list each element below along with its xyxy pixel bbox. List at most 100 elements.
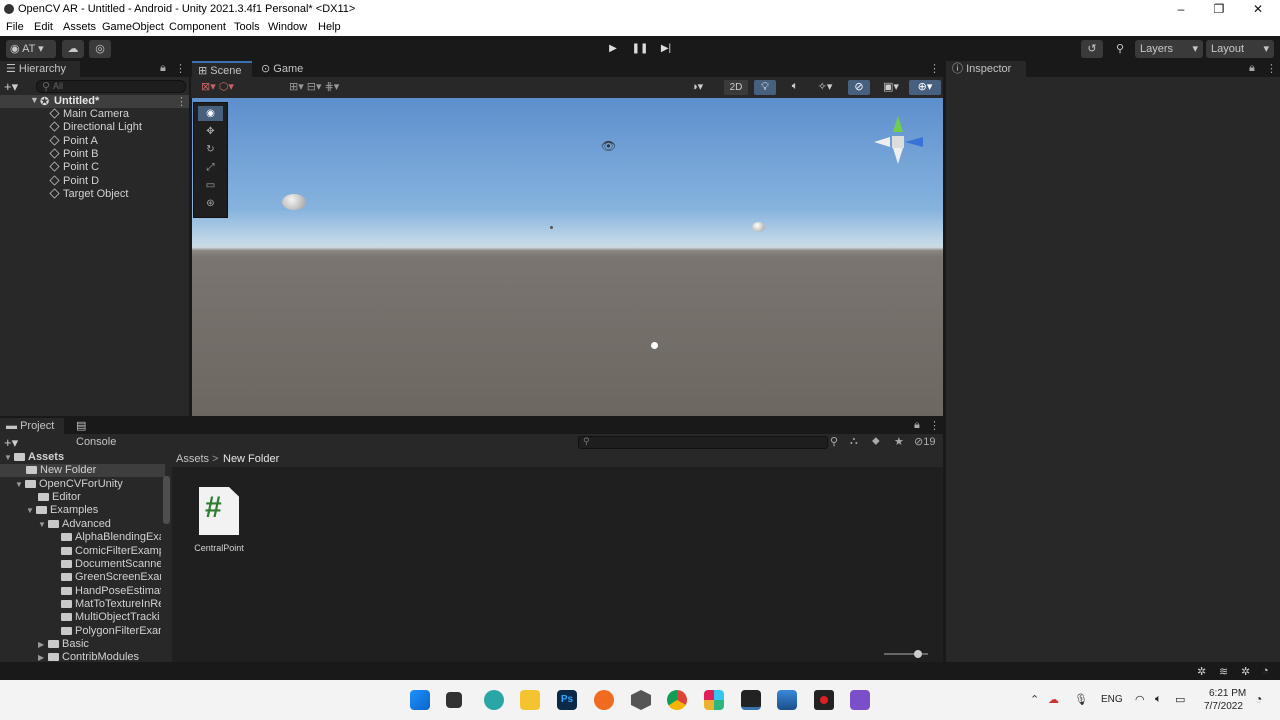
menu-edit[interactable]: Edit — [34, 21, 53, 33]
audio-toggle-icon[interactable]: 🔈︎ — [785, 80, 805, 95]
recorder-icon[interactable] — [814, 690, 834, 710]
zoom-slider[interactable] — [884, 650, 928, 658]
tree-item-mattotexture[interactable]: MatToTextureInRe — [61, 598, 161, 611]
shading-mode-dropdown[interactable]: ◑▾ — [691, 80, 721, 95]
tab-console[interactable]: ▤ Console — [70, 418, 134, 448]
view-tool-icon[interactable]: ◉ — [198, 106, 223, 121]
more-icon[interactable]: ⋮ — [929, 419, 940, 432]
lock-icon[interactable]: 🔒︎ — [160, 62, 166, 75]
network-error-icon[interactable]: ☁ — [1048, 693, 1059, 706]
status-check-icon[interactable]: ◔ — [1262, 665, 1269, 677]
menu-component[interactable]: Component — [169, 21, 226, 33]
clock-date[interactable]: 7/7/2022 — [1204, 701, 1243, 712]
tree-item-assets[interactable]: ▼ Assets — [4, 451, 64, 464]
transform-tool-icon[interactable]: ⊛ — [198, 196, 223, 211]
filter-by-label-icon[interactable]: ⬥ — [872, 435, 880, 448]
more-icon[interactable]: ⋮ — [1266, 62, 1277, 75]
pause-button[interactable]: ❚❚ — [628, 40, 652, 58]
lighting-toggle-icon[interactable]: 💡︎ — [754, 80, 776, 95]
menu-help[interactable]: Help — [318, 21, 341, 33]
search-icon[interactable]: ⚲ — [1109, 40, 1131, 58]
tree-item-documentscanner[interactable]: DocumentScanne — [61, 558, 161, 571]
more-icon[interactable]: ⋮ — [176, 95, 187, 108]
hierarchy-item-main-camera[interactable]: Main Camera — [49, 108, 129, 121]
rotate-tool-icon[interactable]: ↻ — [198, 142, 223, 157]
auto-generate-lighting-icon[interactable]: ✲ — [1241, 665, 1250, 678]
collab-icon[interactable]: ◎ — [89, 40, 111, 58]
play-button[interactable]: ▶ — [601, 40, 625, 58]
move-tool-icon[interactable]: ✥ — [198, 124, 223, 139]
scene-row[interactable]: ▼ ✪ Untitled* ⋮ — [0, 95, 189, 108]
chevron-up-icon[interactable]: ⌃ — [1030, 693, 1039, 706]
tree-item-basic[interactable]: ▶ Basic — [38, 638, 89, 651]
csharp-script-icon[interactable]: # — [199, 487, 239, 535]
rect-tool-icon[interactable]: ▭ — [198, 178, 223, 193]
hierarchy-item-point-d[interactable]: Point D — [49, 175, 99, 188]
hierarchy-item-point-a[interactable]: Point A — [49, 135, 98, 148]
favorites-star-icon[interactable]: ★ — [894, 435, 904, 448]
close-button[interactable]: ✕ — [1239, 0, 1277, 19]
tree-item-advanced[interactable]: ▼ Advanced — [38, 518, 111, 531]
lock-icon[interactable]: 🔒︎ — [914, 419, 920, 432]
gizmo-tools-dropdown[interactable]: ⊠▾ ⬡▾ — [201, 80, 271, 95]
visual-studio-icon[interactable] — [850, 690, 870, 710]
wifi-icon[interactable]: ◠ — [1135, 693, 1145, 706]
cloud-icon[interactable]: ☁ — [62, 40, 84, 58]
project-search-input[interactable]: ⚲ — [578, 436, 828, 449]
more-icon[interactable]: ⋮ — [929, 62, 940, 75]
minimize-button[interactable]: – — [1162, 0, 1200, 19]
scale-tool-icon[interactable]: ⤢ — [198, 160, 223, 175]
breadcrumb-assets[interactable]: Assets — [176, 453, 209, 465]
menu-gameobject[interactable]: GameObject — [102, 21, 164, 33]
tree-item-comicfilter[interactable]: ComicFilterExamp — [61, 545, 161, 558]
tree-item-polygonfilter[interactable]: PolygonFilterExan — [61, 625, 161, 638]
hierarchy-item-target-object[interactable]: Target Object — [49, 188, 128, 201]
tree-item-alphablending[interactable]: AlphaBlendingExa — [61, 531, 161, 544]
hierarchy-search-input[interactable]: ⚲ All — [36, 80, 186, 93]
tree-item-multiobjecttracking[interactable]: MultiObjectTracki — [61, 611, 161, 624]
notification-icon[interactable]: ◔ — [1255, 692, 1262, 706]
tab-project[interactable]: ▬ Project — [0, 418, 64, 434]
battery-icon[interactable]: ▭ — [1175, 693, 1185, 706]
search-by-type-icon[interactable]: ⚲ — [830, 435, 838, 448]
hidden-objects-icon[interactable]: ⊘ — [848, 80, 870, 95]
menu-tools[interactable]: Tools — [234, 21, 260, 33]
orientation-gizmo[interactable] — [872, 116, 928, 172]
menu-assets[interactable]: Assets — [63, 21, 96, 33]
clock-time[interactable]: 6:21 PM — [1209, 688, 1246, 699]
2d-toggle-button[interactable]: 2D — [724, 80, 748, 95]
unity-editor-icon[interactable] — [741, 690, 761, 710]
language-indicator[interactable]: ENG — [1101, 694, 1123, 705]
tree-scrollbar[interactable] — [163, 476, 170, 524]
hierarchy-item-point-b[interactable]: Point B — [49, 148, 98, 161]
lock-icon[interactable]: 🔒︎ — [1249, 62, 1255, 75]
filter-by-type-icon[interactable]: ⛬ — [850, 435, 858, 448]
breadcrumb-new-folder[interactable]: New Folder — [223, 453, 279, 465]
task-view-icon[interactable] — [446, 692, 462, 708]
tree-item-opencvforunity[interactable]: ▼ OpenCVForUnity — [15, 478, 123, 491]
blender-icon[interactable] — [594, 690, 614, 710]
debug-icon[interactable]: ✲ — [1197, 665, 1206, 678]
file-explorer-icon[interactable] — [520, 690, 540, 710]
history-icon[interactable]: ↺ — [1081, 40, 1103, 58]
create-asset-button[interactable]: +▾ — [4, 435, 18, 451]
tree-item-handpose[interactable]: HandPoseEstimat — [61, 585, 161, 598]
camera-settings-dropdown[interactable]: ▣▾ — [877, 80, 905, 95]
hidden-packages-icon[interactable]: ⊘19 — [914, 435, 935, 448]
photoshop-icon[interactable]: Ps — [557, 690, 577, 710]
tree-item-editor[interactable]: Editor — [38, 491, 81, 504]
hierarchy-item-directional-light[interactable]: Directional Light — [49, 121, 142, 134]
volume-icon[interactable]: 🔈︎ — [1155, 693, 1162, 706]
tree-item-greenscreen[interactable]: GreenScreenExan — [61, 571, 161, 584]
more-icon[interactable]: ⋮ — [175, 62, 186, 75]
microphone-icon[interactable]: 🎙︎ — [1074, 693, 1088, 706]
asset-label[interactable]: CentralPoint — [184, 543, 254, 553]
menu-window[interactable]: Window — [268, 21, 307, 33]
account-dropdown[interactable]: ◉ AT ▾ — [6, 40, 56, 58]
effects-dropdown[interactable]: ✧▾ — [811, 80, 839, 95]
maximize-button[interactable]: ❐ — [1200, 0, 1238, 19]
hierarchy-item-point-c[interactable]: Point C — [49, 161, 99, 174]
layers-dropdown[interactable]: Layers ▾ — [1135, 40, 1203, 58]
scene-viewport[interactable]: 👁︎ — [192, 98, 943, 416]
step-button[interactable]: ▶| — [654, 40, 678, 58]
